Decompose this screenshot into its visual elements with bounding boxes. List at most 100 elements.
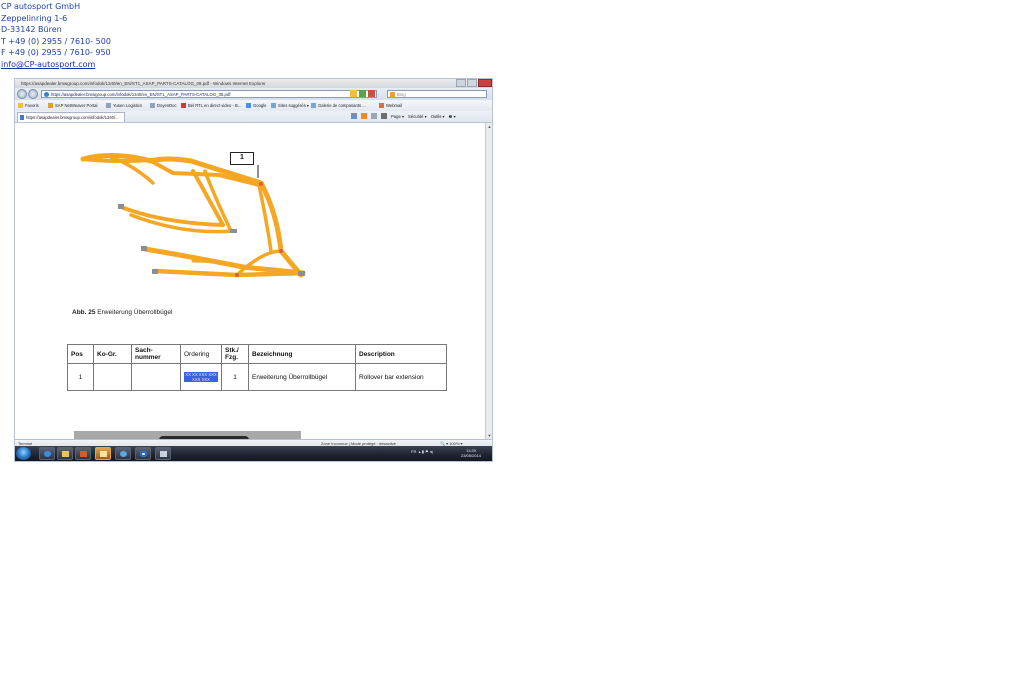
favorite-icon [379,103,384,108]
cell-ordering[interactable]: XX XX XXX XXX XXX XXX [180,363,222,391]
scroll-up-icon[interactable]: ▲ [487,124,492,129]
tab-label: https://asapdealer.bmwgroup.com/infodok/… [26,115,119,120]
feeds-icon[interactable] [361,113,367,119]
favorites-item[interactable]: Favoris [18,103,39,108]
folder-icon [62,451,69,457]
favorites-label: Bel RTL en direct video - B... [188,103,242,108]
ordering-selected-text[interactable]: XX XX XXX XXX XXX XXX [184,371,218,382]
favorites-label: Galerie de composants ... [318,103,366,108]
favorites-label: Favoris [25,103,39,108]
page-menu[interactable]: Page ▾ [391,114,404,119]
parts-table: Pos Ko-Gr. Sach- nummer Ordering Stk./ F… [67,344,447,391]
bing-icon [390,92,395,97]
home-icon[interactable] [351,113,357,119]
globe-icon [120,451,127,457]
cell-stk: 1 [221,363,249,391]
back-button[interactable] [17,89,27,99]
clock[interactable]: 11:29 23/05/2014 [461,448,481,458]
language-indicator[interactable]: FR [411,449,416,454]
address-url: https://asapdealer.bmwgroup.com/infodok/… [51,92,231,97]
maximize-button[interactable] [467,79,477,87]
clock-date: 23/05/2014 [461,453,482,458]
cell-sachnummer [131,363,181,391]
security-menu[interactable]: Sécurité ▾ [408,114,427,119]
taskbar-media-button[interactable] [75,447,91,460]
print-icon[interactable] [381,113,387,119]
company-fax: F +49 (0) 2955 / 7610- 950 [1,48,111,58]
favorite-icon [106,103,111,108]
column-header: Bezeichnung [248,344,356,364]
company-email-link[interactable]: info@CP-autosport.com [1,59,111,71]
table-row: 1 XX XX XXX XXX XXX XXX 1 Erweiterung Übe… [67,363,447,391]
taskbar-ie-button[interactable] [39,447,55,460]
command-bar: Page ▾ Sécurité ▾ Outils ▾ ❷ ▾ [351,113,456,119]
taskbar-bmw-button[interactable] [135,447,151,460]
vertical-scrollbar[interactable]: ▲ ▼ [485,123,492,439]
favorite-icon [311,103,316,108]
taskbar-app-button[interactable] [155,447,171,460]
favorites-item[interactable]: Galerie de composants ... [311,103,366,108]
favorites-item[interactable]: SAP NetWeaver Portal [48,103,97,108]
company-phone: T +49 (0) 2955 / 7610- 500 [1,36,111,46]
cell-ko-gr [93,363,132,391]
favorites-label: Webmail [386,103,403,108]
favorites-item[interactable]: Yusen Logistics [106,103,142,108]
forward-button[interactable] [28,89,38,99]
column-header: Ordering [180,344,222,364]
taskbar-outlook-button[interactable] [95,447,111,460]
search-box[interactable]: Bing [387,90,487,98]
ie-icon [44,451,51,457]
favorites-item[interactable]: Sites suggérés ▾ [271,103,309,108]
company-address-block: CP autosport GmbH Zeppelinring 1-6 D-331… [1,1,111,71]
column-header: Sach- nummer [131,344,181,364]
pdf-page-icon [20,115,24,120]
close-button[interactable] [478,79,492,87]
tools-menu[interactable]: Outils ▾ [431,114,445,119]
figure-title: Erweiterung Überrollbügel [95,309,173,316]
favorite-icon [48,103,53,108]
callout-label: 1 [230,152,254,165]
minimize-button[interactable] [456,79,466,87]
stop-icon[interactable] [368,90,375,97]
window-controls [455,79,492,88]
address-bar-icons [350,90,375,97]
column-header: Stk./ Fzg. [221,344,249,364]
tray-icons[interactable]: ▴ ▮ ⚑ ◂) [417,449,433,454]
figure-caption: Abb. 25 Erweiterung Überrollbügel [72,309,172,316]
favorites-item[interactable]: Webmail [379,103,402,108]
favorite-icon [271,103,276,108]
pdf-content-area[interactable]: 1 Abb. 25 Erweiterung Überrollbügel Pos … [15,123,485,439]
star-icon [18,103,23,108]
lock-icon[interactable] [350,90,357,97]
taskbar-browser-button[interactable] [115,447,131,460]
favorites-item[interactable]: Bel RTL en direct video - B... [181,103,241,108]
help-menu[interactable]: ❷ ▾ [449,114,456,119]
google-icon [246,103,251,108]
cell-description: Rollover bar extension [355,363,447,391]
favorites-label: SAP NetWeaver Portal [55,103,98,108]
favorites-label: Yusen Logistics [113,103,143,108]
company-street: Zeppelinring 1-6 [1,13,68,23]
tab-pdf[interactable]: https://asapdealer.bmwgroup.com/infodok/… [17,112,125,122]
figure-number: Abb. 25 [72,309,96,316]
favorites-item[interactable]: DoyenDoc [150,103,177,108]
column-header: Pos [67,344,94,364]
scroll-down-icon[interactable]: ▼ [487,433,492,438]
start-button[interactable] [16,447,31,460]
outlook-icon [100,451,107,457]
company-city: D-33142 Büren [1,25,62,35]
search-placeholder: Bing [397,92,406,97]
address-bar[interactable]: https://asapdealer.bmwgroup.com/infodok/… [41,90,377,98]
cell-bezeichnung: Erweiterung Überrollbügel [248,363,356,391]
favorites-label: DoyenDoc [157,103,177,108]
windows-taskbar: FR ▴ ▮ ⚑ ◂) 11:29 23/05/2014 [15,446,492,461]
taskbar-explorer-button[interactable] [57,447,73,460]
favorites-item[interactable]: Google [246,103,267,108]
mail-icon[interactable] [371,113,377,119]
bmw-logo-icon [140,451,147,457]
favorites-label: Sites suggérés ▾ [278,103,309,108]
window-titlebar: https://asapdealer.bmwgroup.com/infodok/… [15,79,492,88]
refresh-icon[interactable] [359,90,366,97]
favorite-icon [181,103,186,108]
system-tray: FR ▴ ▮ ⚑ ◂) [411,449,433,454]
